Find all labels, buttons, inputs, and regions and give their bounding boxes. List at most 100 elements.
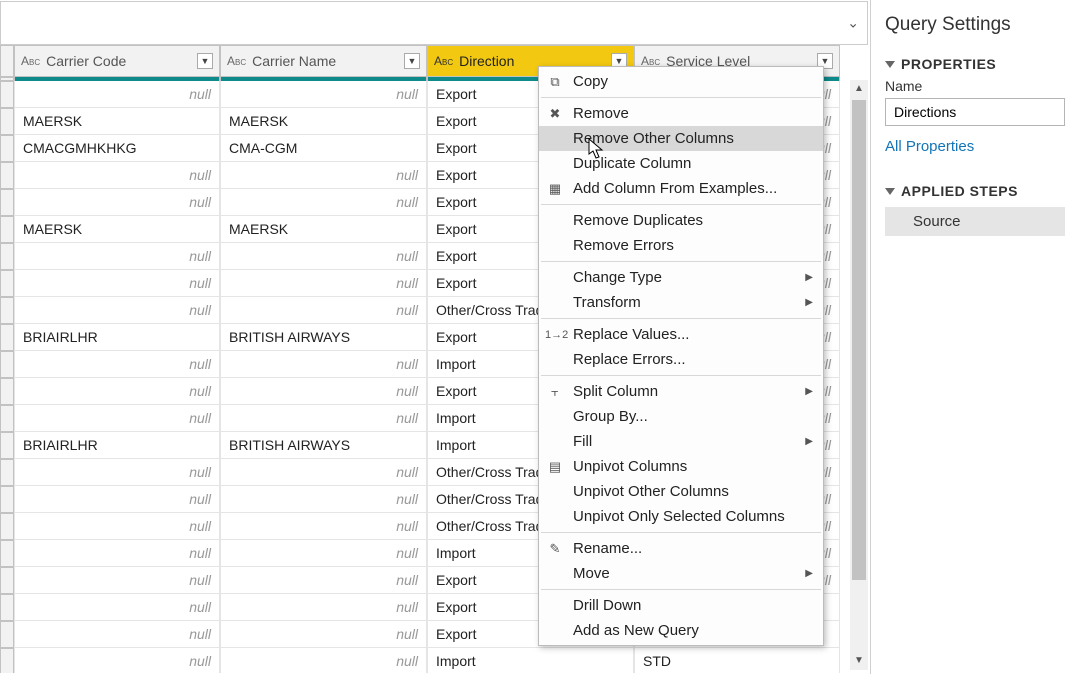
cell[interactable]: null	[14, 189, 220, 216]
cell[interactable]: null	[14, 540, 220, 567]
menu-add-column-from-examples[interactable]: ▦ Add Column From Examples...	[539, 176, 823, 201]
row-number[interactable]	[0, 648, 14, 673]
cell[interactable]: null	[14, 81, 220, 108]
cell[interactable]: STD	[634, 648, 840, 673]
menu-remove-duplicates[interactable]: Remove Duplicates	[539, 208, 823, 233]
row-number[interactable]	[0, 378, 14, 405]
menu-add-as-new-query[interactable]: Add as New Query	[539, 618, 823, 643]
cell[interactable]: null	[220, 189, 427, 216]
menu-transform[interactable]: Transform ▶	[539, 290, 823, 315]
row-number[interactable]	[0, 297, 14, 324]
cell[interactable]: null	[14, 162, 220, 189]
cell[interactable]: null	[14, 243, 220, 270]
cell[interactable]: CMA-CGM	[220, 135, 427, 162]
menu-move[interactable]: Move ▶	[539, 561, 823, 586]
cell[interactable]: null	[14, 270, 220, 297]
cell[interactable]: null	[220, 351, 427, 378]
cell[interactable]: null	[14, 297, 220, 324]
column-filter-dropdown[interactable]: ▼	[197, 53, 213, 69]
cell[interactable]: null	[220, 648, 427, 673]
cell[interactable]: null	[220, 567, 427, 594]
menu-duplicate-column[interactable]: Duplicate Column	[539, 151, 823, 176]
cell[interactable]: null	[14, 594, 220, 621]
all-properties-link[interactable]: All Properties	[885, 138, 974, 155]
menu-group-by[interactable]: Group By...	[539, 404, 823, 429]
cell[interactable]: null	[220, 513, 427, 540]
cell[interactable]: null	[14, 486, 220, 513]
menu-rename[interactable]: ✎ Rename...	[539, 536, 823, 561]
cell[interactable]: MAERSK	[220, 216, 427, 243]
menu-fill[interactable]: Fill ▶	[539, 429, 823, 454]
cell[interactable]: MAERSK	[14, 108, 220, 135]
row-number[interactable]	[0, 594, 14, 621]
cell[interactable]: BRIAIRLHR	[14, 324, 220, 351]
cell[interactable]: null	[220, 378, 427, 405]
vertical-scrollbar[interactable]: ▲ ▼	[850, 80, 868, 670]
row-number[interactable]	[0, 513, 14, 540]
cell[interactable]: null	[14, 648, 220, 673]
menu-remove-errors[interactable]: Remove Errors	[539, 233, 823, 258]
row-number[interactable]	[0, 351, 14, 378]
menu-replace-values[interactable]: 1→2 Replace Values...	[539, 322, 823, 347]
row-number[interactable]	[0, 567, 14, 594]
row-number[interactable]	[0, 243, 14, 270]
row-number[interactable]	[0, 432, 14, 459]
row-number[interactable]	[0, 621, 14, 648]
cell[interactable]: MAERSK	[14, 216, 220, 243]
cell[interactable]: BRITISH AIRWAYS	[220, 324, 427, 351]
menu-drill-down[interactable]: Drill Down	[539, 593, 823, 618]
cell[interactable]: null	[14, 621, 220, 648]
cell[interactable]: MAERSK	[220, 108, 427, 135]
chevron-down-icon[interactable]: ⌄	[847, 15, 859, 32]
formula-bar[interactable]: ⌄	[0, 1, 868, 45]
row-number[interactable]	[0, 405, 14, 432]
properties-section-header[interactable]: PROPERTIES	[885, 56, 1065, 72]
scroll-thumb[interactable]	[852, 100, 866, 580]
row-number[interactable]	[0, 270, 14, 297]
cell[interactable]: null	[220, 594, 427, 621]
menu-copy[interactable]: ⧉ Copy	[539, 69, 823, 94]
cell[interactable]: null	[14, 405, 220, 432]
menu-unpivot-selected-columns[interactable]: Unpivot Only Selected Columns	[539, 504, 823, 529]
cell[interactable]: null	[220, 81, 427, 108]
applied-steps-section-header[interactable]: APPLIED STEPS	[885, 183, 1065, 199]
row-number[interactable]	[0, 459, 14, 486]
menu-unpivot-other-columns[interactable]: Unpivot Other Columns	[539, 479, 823, 504]
cell[interactable]: CMACGMHKHKG	[14, 135, 220, 162]
cell[interactable]: null	[14, 513, 220, 540]
cell[interactable]: null	[220, 621, 427, 648]
cell[interactable]: null	[220, 405, 427, 432]
cell[interactable]: null	[14, 567, 220, 594]
menu-remove-other-columns[interactable]: Remove Other Columns	[539, 126, 823, 151]
row-number[interactable]	[0, 486, 14, 513]
query-name-input[interactable]	[885, 98, 1065, 126]
row-number[interactable]	[0, 189, 14, 216]
row-number[interactable]	[0, 81, 14, 108]
scroll-up-icon[interactable]: ▲	[850, 80, 868, 98]
cell[interactable]: null	[14, 351, 220, 378]
menu-split-column[interactable]: ⫟ Split Column ▶	[539, 379, 823, 404]
cell[interactable]: BRIAIRLHR	[14, 432, 220, 459]
menu-change-type[interactable]: Change Type ▶	[539, 265, 823, 290]
cell[interactable]: null	[220, 243, 427, 270]
menu-unpivot-columns[interactable]: ▤ Unpivot Columns	[539, 454, 823, 479]
cell[interactable]: null	[14, 459, 220, 486]
column-filter-dropdown[interactable]: ▼	[404, 53, 420, 69]
cell[interactable]: null	[220, 297, 427, 324]
cell[interactable]: BRITISH AIRWAYS	[220, 432, 427, 459]
cell[interactable]: null	[220, 162, 427, 189]
cell[interactable]: Import	[427, 648, 634, 673]
row-number[interactable]	[0, 216, 14, 243]
row-number[interactable]	[0, 324, 14, 351]
column-header-carrier-code[interactable]: ABCCarrier Code▼	[14, 45, 220, 77]
cell[interactable]: null	[220, 459, 427, 486]
cell[interactable]: null	[220, 270, 427, 297]
cell[interactable]: null	[220, 486, 427, 513]
scroll-down-icon[interactable]: ▼	[850, 652, 868, 670]
cell[interactable]: null	[14, 378, 220, 405]
row-number[interactable]	[0, 162, 14, 189]
column-header-carrier-name[interactable]: ABCCarrier Name▼	[220, 45, 427, 77]
applied-step[interactable]: Source	[885, 207, 1065, 236]
row-number[interactable]	[0, 540, 14, 567]
cell[interactable]: null	[220, 540, 427, 567]
